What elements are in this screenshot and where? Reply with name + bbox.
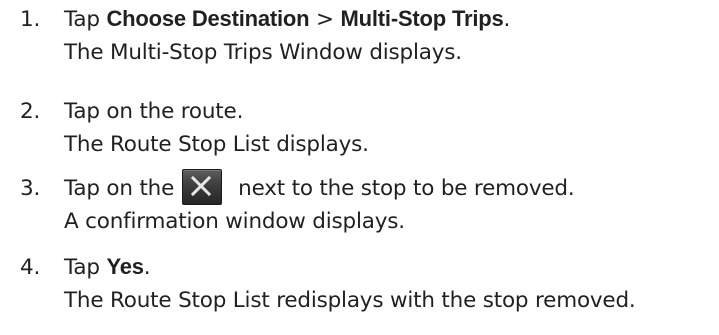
step-number: 1.: [20, 7, 41, 32]
step-result: The Route Stop List displays.: [64, 132, 369, 157]
step-number: 3.: [20, 176, 41, 201]
step-number: 2.: [20, 99, 41, 124]
step-number: 4.: [20, 255, 41, 280]
step-result: A confirmation window displays.: [64, 209, 405, 234]
step-text-end: .: [503, 7, 511, 32]
step-text-end: next to the stop to be removed.: [238, 176, 575, 201]
step-text: Tap on the route.: [64, 99, 244, 124]
step-result: The Multi-Stop Trips Window displays.: [64, 40, 462, 65]
multi-stop-trips-term: Multi-Stop Trips: [340, 6, 504, 31]
instruction-steps: 1. Tap Choose Destination > Multi-Stop Tr…: [0, 0, 719, 335]
step-result: The Route Stop List redisplays with the …: [64, 288, 636, 313]
step-4: 4. Tap Yes. The Route Stop List redisplay…: [20, 250, 719, 317]
step-1: 1. Tap Choose Destination > Multi-Stop Tr…: [20, 2, 719, 69]
menu-separator: >: [309, 7, 341, 32]
step-2: 2. Tap on the route. The Route Stop List …: [20, 95, 719, 161]
step-3: 3. Tap on the next to the stop to be remov…: [20, 169, 719, 238]
step-text-end: .: [143, 255, 151, 280]
step-text: Tap: [64, 255, 107, 280]
step-text: Tap on the: [64, 176, 175, 201]
close-icon: [182, 169, 223, 205]
step-text: Tap: [64, 7, 107, 32]
yes-term: Yes: [106, 254, 144, 279]
choose-destination-term: Choose Destination: [106, 6, 310, 31]
